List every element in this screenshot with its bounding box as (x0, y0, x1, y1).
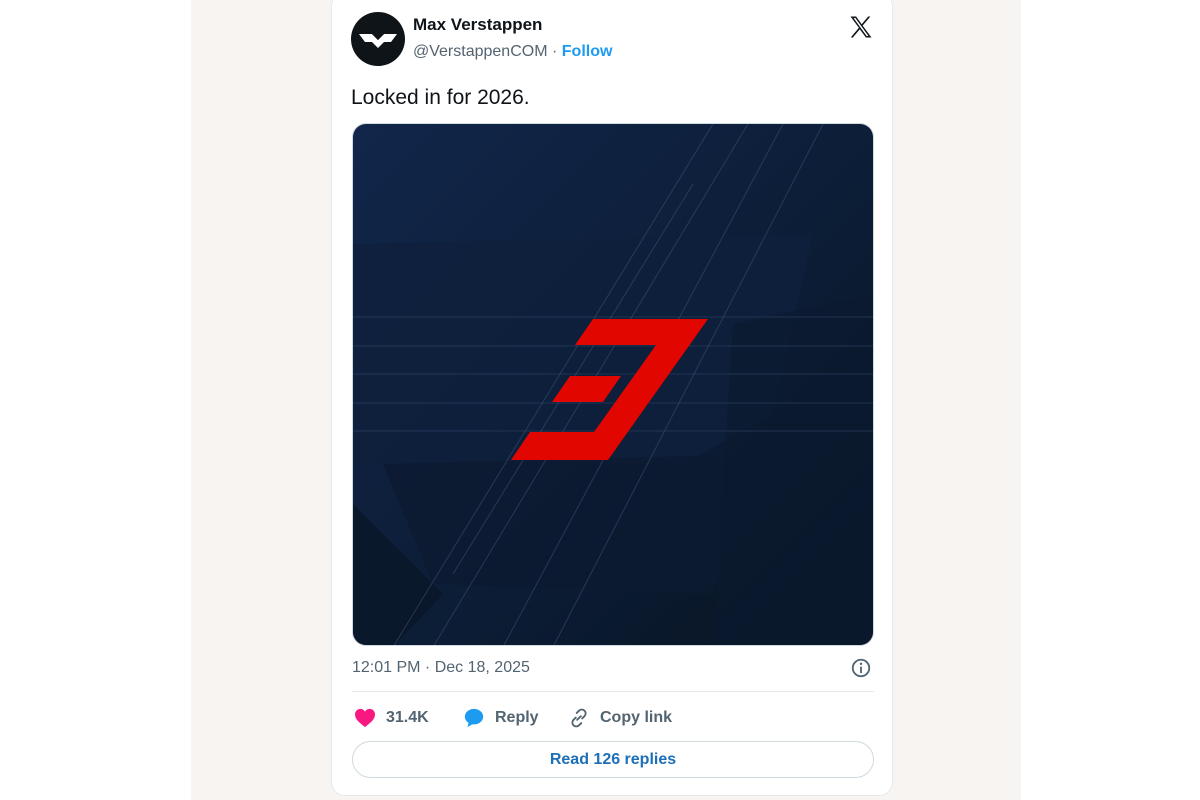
follow-button[interactable]: Follow (562, 43, 613, 60)
avatar[interactable] (351, 12, 405, 66)
reply-label: Reply (495, 709, 539, 726)
number-3-graphic (353, 124, 873, 645)
reply-button[interactable]: Reply (463, 707, 539, 729)
copy-link-button[interactable]: Copy link (568, 707, 672, 729)
heart-icon (355, 708, 375, 728)
author-name[interactable]: Max Verstappen (413, 15, 542, 35)
info-icon[interactable] (850, 657, 872, 679)
like-button[interactable]: 31.4K (354, 707, 429, 729)
author-handle-row: @VerstappenCOM · Follow (413, 43, 612, 61)
x-logo-icon[interactable] (847, 13, 875, 41)
tweet-card: Max Verstappen @VerstappenCOM · Follow L… (331, 0, 893, 796)
tweet-timestamp[interactable]: 12:01 PM · Dec 18, 2025 (352, 659, 530, 677)
divider (352, 691, 874, 692)
mv-logo-icon (359, 34, 397, 48)
link-icon (571, 708, 587, 728)
tweet-text: Locked in for 2026. (351, 86, 530, 109)
author-handle[interactable]: @VerstappenCOM (413, 43, 548, 60)
speech-bubble-icon (464, 708, 484, 728)
separator-dot: · (551, 43, 558, 60)
copy-link-label: Copy link (600, 709, 673, 726)
tweet-media[interactable] (352, 123, 874, 646)
read-replies-button[interactable]: Read 126 replies (352, 741, 874, 778)
like-count: 31.4K (386, 709, 429, 726)
